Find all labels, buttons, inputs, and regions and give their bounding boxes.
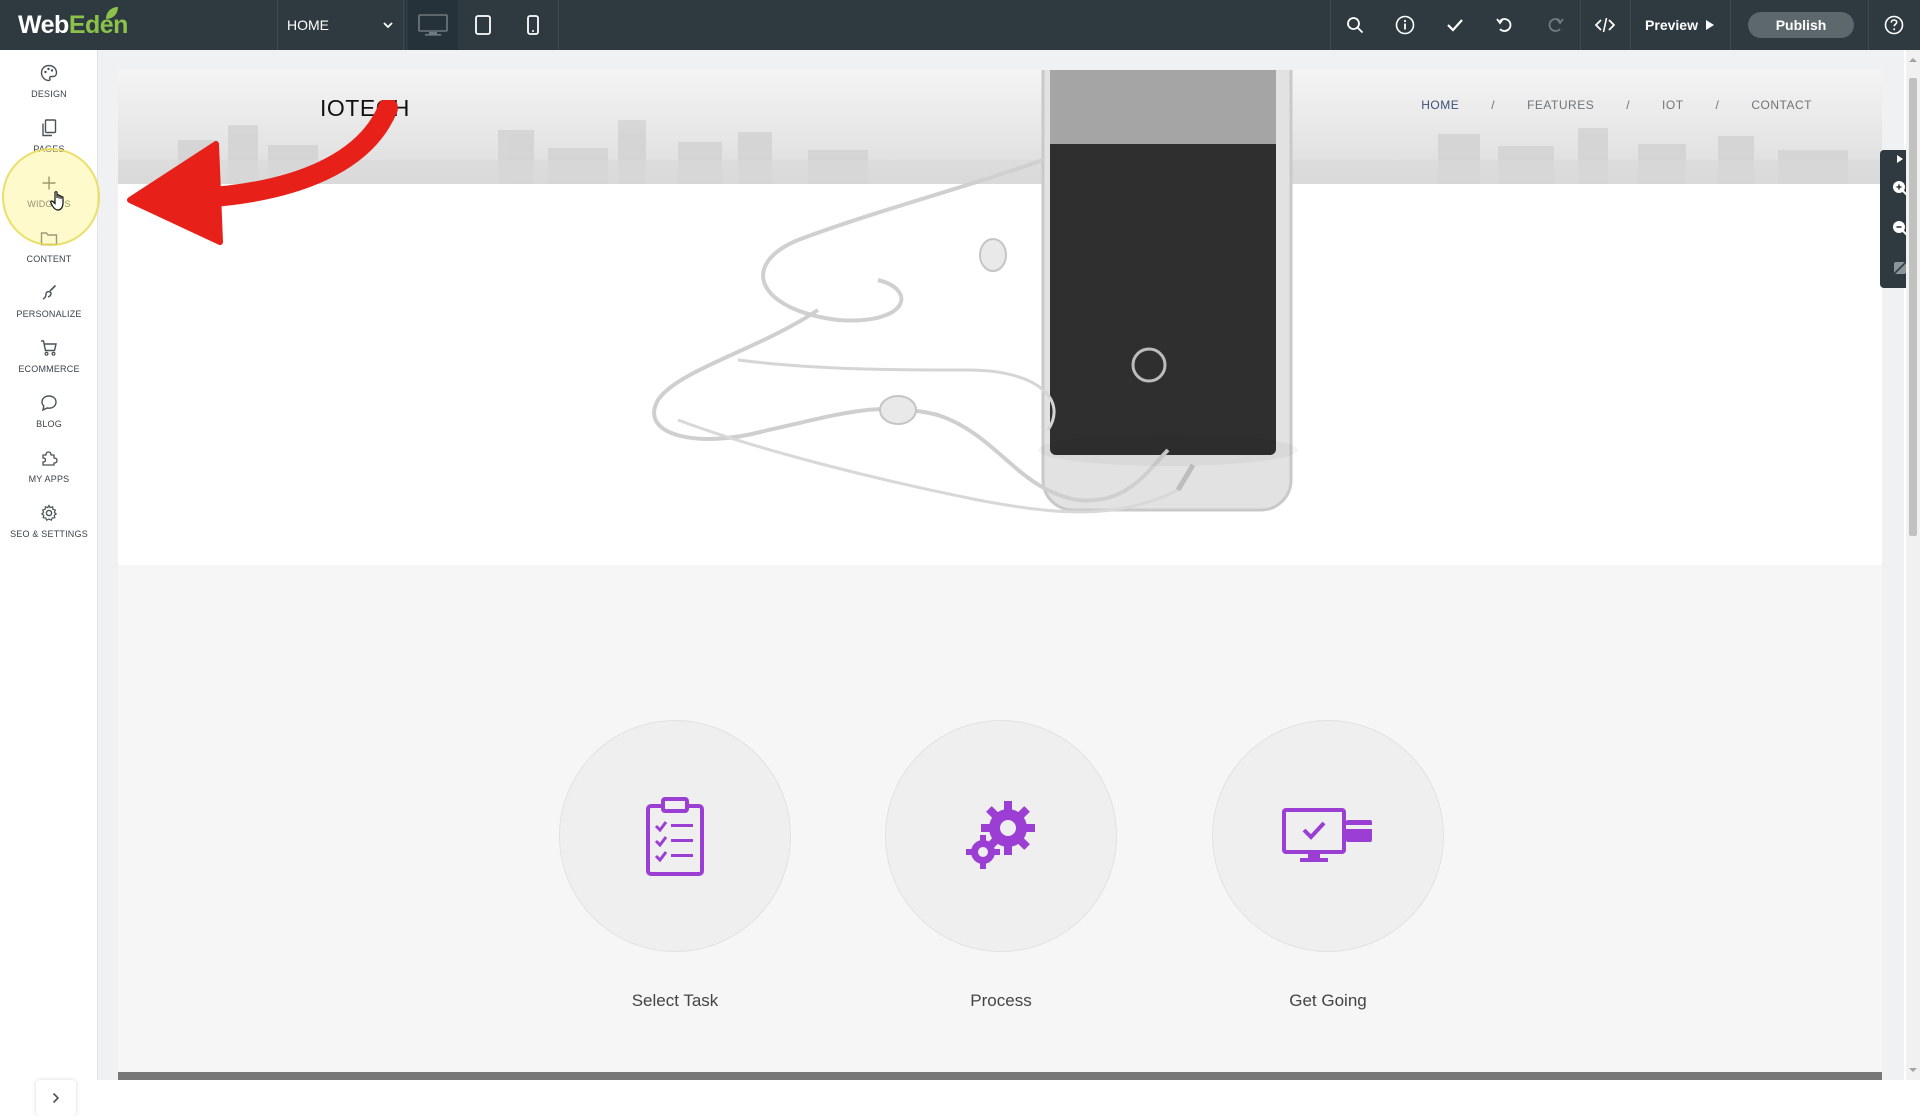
clipboard-checklist-icon bbox=[646, 797, 704, 876]
sidebar-item-label: DESIGN bbox=[31, 89, 67, 99]
sidebar-item-ecommerce[interactable]: ECOMMERCE bbox=[0, 337, 98, 389]
hand-cursor-icon bbox=[50, 191, 64, 211]
preview-button[interactable]: Preview bbox=[1630, 0, 1730, 50]
vertical-scrollbar[interactable] bbox=[1906, 50, 1920, 1080]
nav-features[interactable]: FEATURES bbox=[1527, 98, 1594, 112]
desktop-view-button[interactable] bbox=[408, 0, 458, 50]
puzzle-icon bbox=[42, 451, 58, 466]
sidebar-item-label: CONTENT bbox=[26, 254, 72, 264]
nav-contact[interactable]: CONTACT bbox=[1751, 98, 1812, 112]
gears-icon bbox=[966, 801, 1035, 869]
info-icon bbox=[1395, 15, 1415, 35]
search-icon bbox=[1347, 17, 1364, 34]
palette-icon bbox=[40, 64, 58, 82]
code-button[interactable] bbox=[1580, 0, 1630, 50]
top-toolbar: Web Eden HOME Preview Publish bbox=[0, 0, 1920, 50]
publish-button[interactable]: Publish bbox=[1748, 12, 1854, 38]
nav-separator: / bbox=[1491, 98, 1496, 112]
feature-label: Get Going bbox=[1289, 991, 1367, 1010]
toolbar-divider bbox=[403, 0, 404, 50]
mobile-icon bbox=[527, 15, 539, 35]
tablet-view-button[interactable] bbox=[458, 0, 508, 50]
chevron-down-icon bbox=[383, 21, 393, 28]
sidebar-item-label: SEO & SETTINGS bbox=[10, 529, 88, 539]
check-icon bbox=[1447, 19, 1463, 32]
sidebar-item-label: PERSONALIZE bbox=[16, 309, 82, 319]
scrollbar-thumb[interactable] bbox=[1909, 78, 1917, 536]
sidebar-expand-button[interactable] bbox=[36, 1080, 76, 1116]
info-button[interactable] bbox=[1380, 0, 1430, 50]
page-selector-value: HOME bbox=[287, 17, 329, 33]
feature-circle-process[interactable] bbox=[885, 720, 1117, 952]
chat-bubble-icon bbox=[41, 395, 57, 412]
site-nav: HOME / FEATURES / IOT / CONTACT bbox=[1421, 98, 1812, 112]
webeden-logo[interactable]: Web Eden bbox=[18, 7, 128, 42]
undo-icon bbox=[1496, 18, 1512, 32]
gear-icon bbox=[40, 504, 58, 522]
personalize-icon bbox=[42, 284, 57, 300]
code-icon bbox=[1595, 17, 1615, 33]
desktop-icon bbox=[418, 14, 448, 36]
nav-iot[interactable]: IOT bbox=[1662, 98, 1684, 112]
scroll-down-arrow-icon bbox=[1909, 1068, 1917, 1072]
redo-icon bbox=[1548, 18, 1564, 32]
logo-text-web: Web bbox=[18, 10, 69, 39]
sidebar-item-seo-settings[interactable]: SEO & SETTINGS bbox=[0, 502, 98, 554]
sidebar-item-personalize[interactable]: PERSONALIZE bbox=[0, 282, 98, 334]
undo-button[interactable] bbox=[1480, 0, 1530, 50]
feature-circle-get-going[interactable] bbox=[1212, 720, 1444, 952]
nav-home[interactable]: HOME bbox=[1421, 98, 1459, 112]
feature-circle-select-task[interactable] bbox=[559, 720, 791, 952]
check-button[interactable] bbox=[1430, 0, 1480, 50]
mobile-view-button[interactable] bbox=[508, 0, 558, 50]
feature-label: Process bbox=[970, 991, 1032, 1010]
sidebar-item-label: BLOG bbox=[36, 419, 62, 429]
sidebar-item-design[interactable]: DESIGN bbox=[0, 62, 98, 114]
play-icon bbox=[1897, 155, 1903, 163]
feature-label: Select Task bbox=[631, 991, 719, 1010]
page-selector[interactable]: HOME bbox=[277, 0, 403, 50]
tablet-icon bbox=[475, 15, 491, 35]
help-button[interactable] bbox=[1868, 0, 1920, 50]
chevron-right-icon bbox=[52, 1092, 60, 1104]
toolbar-divider bbox=[1730, 0, 1731, 50]
sidebar-item-blog[interactable]: BLOG bbox=[0, 392, 98, 444]
nav-separator: / bbox=[1715, 98, 1720, 112]
preview-label: Preview bbox=[1645, 17, 1698, 33]
nav-separator: / bbox=[1626, 98, 1631, 112]
help-icon bbox=[1884, 15, 1904, 35]
sidebar-item-label: ECOMMERCE bbox=[18, 364, 80, 374]
toolbar-divider bbox=[558, 0, 559, 50]
redo-button[interactable] bbox=[1530, 0, 1580, 50]
sidebar-item-label: MY APPS bbox=[28, 474, 70, 484]
pages-icon bbox=[42, 119, 57, 137]
next-section-edge bbox=[118, 1072, 1882, 1080]
monitor-card-icon bbox=[1282, 808, 1372, 862]
scroll-up-arrow-icon bbox=[1909, 58, 1917, 62]
features-section[interactable]: Select Task Process Get Going bbox=[118, 565, 1882, 1080]
leaf-icon bbox=[106, 7, 118, 19]
play-icon bbox=[1705, 20, 1714, 30]
search-button[interactable] bbox=[1330, 0, 1380, 50]
cart-icon bbox=[41, 340, 57, 356]
red-annotation-arrow-icon bbox=[127, 100, 398, 245]
sidebar-item-my-apps[interactable]: MY APPS bbox=[0, 447, 98, 499]
